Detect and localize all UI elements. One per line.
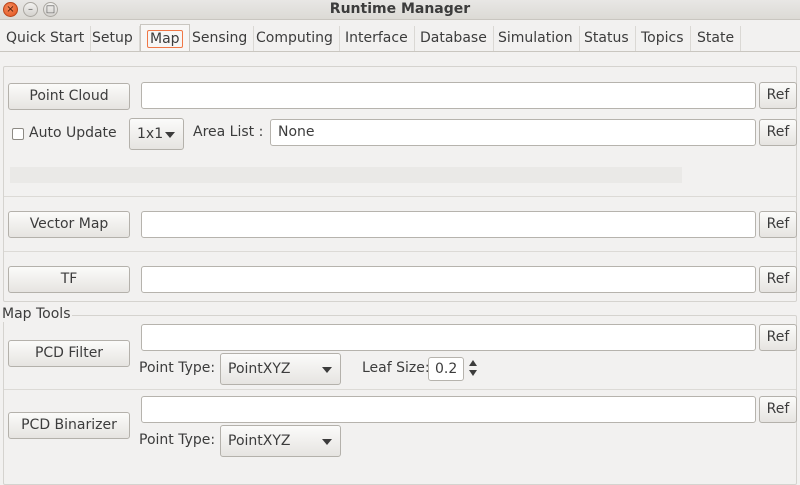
point-cloud-button[interactable]: Point Cloud (8, 83, 130, 110)
separator (4, 196, 796, 197)
tab-bar: Quick Start Setup Map Sensing Computing … (0, 24, 800, 52)
grid-size-select[interactable]: 1x1 (129, 118, 184, 150)
spin-up-icon[interactable] (469, 360, 477, 366)
pcd-binarizer-ref-button[interactable]: Ref (759, 396, 797, 423)
spin-down-icon[interactable] (469, 370, 477, 376)
vector-map-path-input[interactable] (141, 211, 756, 238)
vector-map-button[interactable]: Vector Map (8, 211, 130, 238)
point-cloud-ref-button[interactable]: Ref (759, 82, 797, 109)
tab-map-label: Map (147, 30, 183, 48)
pcd-filter-point-type-select[interactable]: PointXYZ (220, 353, 341, 385)
pcd-filter-ref-button[interactable]: Ref (759, 324, 797, 351)
tab-topics[interactable]: Topics (635, 26, 691, 51)
tab-database[interactable]: Database (414, 26, 494, 51)
auto-update-checkbox[interactable] (12, 128, 24, 140)
load-progress-bar (10, 167, 682, 183)
tab-simulation[interactable]: Simulation (492, 26, 580, 51)
tab-computing[interactable]: Computing (250, 26, 340, 51)
tf-ref-button[interactable]: Ref (759, 266, 797, 293)
tf-path-input[interactable] (141, 266, 756, 293)
pcd-filter-point-type-value: PointXYZ (228, 361, 291, 377)
chevron-down-icon (165, 132, 175, 138)
leaf-size-spinner[interactable] (467, 359, 479, 379)
leaf-size-label: Leaf Size: (362, 360, 430, 376)
tf-button[interactable]: TF (8, 266, 130, 293)
pcd-binarizer-button[interactable]: PCD Binarizer (8, 412, 130, 439)
vector-map-ref-button[interactable]: Ref (759, 211, 797, 238)
title-bar: × – □ Runtime Manager (0, 0, 800, 20)
area-list-label: Area List : (193, 124, 264, 140)
area-list-input[interactable]: None (270, 119, 756, 146)
pcd-filter-button[interactable]: PCD Filter (8, 340, 130, 367)
pcd-binarizer-path-input[interactable] (141, 396, 756, 423)
pcd-binarizer-point-type-select[interactable]: PointXYZ (220, 425, 341, 457)
tab-setup[interactable]: Setup (86, 26, 140, 51)
leaf-size-input[interactable]: 0.2 (428, 357, 464, 381)
tab-quick-start[interactable]: Quick Start (0, 26, 92, 51)
window-title: Runtime Manager (329, 1, 471, 17)
pcd-binarizer-point-type-value: PointXYZ (228, 433, 291, 449)
auto-update-label: Auto Update (29, 125, 117, 141)
map-tools-title: Map Tools (2, 306, 73, 322)
separator (4, 389, 796, 390)
tab-status[interactable]: Status (578, 26, 636, 51)
tab-interface[interactable]: Interface (339, 26, 415, 51)
pcd-filter-point-type-label: Point Type: (139, 360, 216, 376)
area-list-ref-button[interactable]: Ref (759, 119, 797, 146)
point-cloud-path-input[interactable] (141, 82, 756, 109)
grid-size-value: 1x1 (137, 126, 164, 142)
separator (4, 251, 796, 252)
tab-sensing[interactable]: Sensing (186, 26, 255, 51)
chevron-down-icon (322, 439, 332, 445)
pcd-filter-path-input[interactable] (141, 324, 756, 351)
tab-map[interactable]: Map (140, 24, 190, 51)
pcd-binarizer-point-type-label: Point Type: (139, 432, 216, 448)
tab-state[interactable]: State (691, 26, 742, 51)
chevron-down-icon (322, 367, 332, 373)
